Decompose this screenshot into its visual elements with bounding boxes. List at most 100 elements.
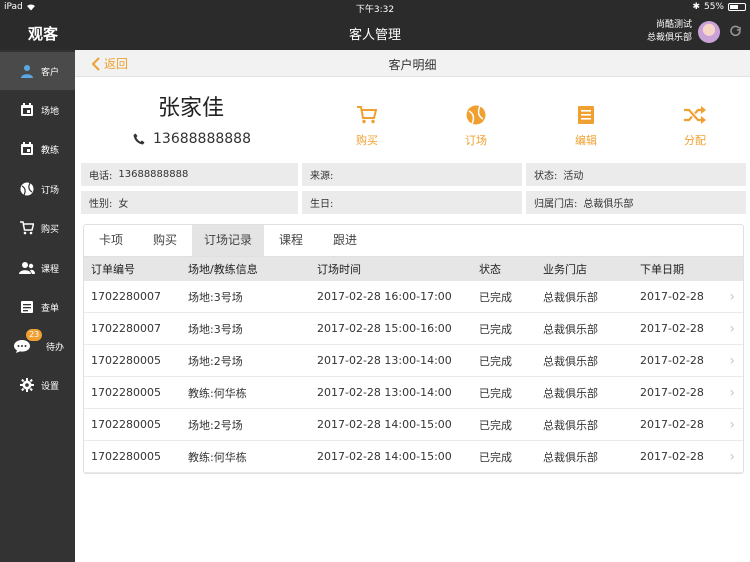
order-date: 2017-02-28 <box>640 450 704 463</box>
booking-time: 2017-02-28 14:00-15:00 <box>317 418 452 431</box>
order-date: 2017-02-28 <box>640 290 704 303</box>
info-store-value: 总裁俱乐部 <box>583 199 634 210</box>
sidebar-item-label: 教练 <box>41 145 60 156</box>
info-phone: 电话: 13688888888 <box>81 163 298 186</box>
user-info[interactable]: 尚酷测试 总裁俱乐部 <box>647 19 692 45</box>
venue-coach: 场地:2号场 <box>188 354 243 368</box>
tab-bar: 卡项 购买 订场记录 课程 跟进 <box>84 225 743 257</box>
info-source: 来源: <box>302 163 522 186</box>
todo-badge: 23 <box>26 329 43 341</box>
status-time: 下午3:32 <box>355 5 395 15</box>
assign-button[interactable]: 分配 <box>670 104 720 148</box>
order-no: 1702280007 <box>91 322 161 335</box>
table-row[interactable]: 1702280005 场地:2号场 2017-02-28 14:00-15:00… <box>84 409 743 441</box>
status: 已完成 <box>479 450 512 464</box>
header-store: 业务门店 <box>543 263 587 276</box>
status: 已完成 <box>479 322 512 336</box>
order-no: 1702280007 <box>91 290 161 303</box>
info-phone-value: 13688888888 <box>118 169 189 180</box>
customer-name: 张家佳 <box>158 96 225 121</box>
user-org: 总裁俱乐部 <box>646 33 692 43</box>
sidebar-item-label: 设置 <box>41 381 60 392</box>
sidebar-item-orders[interactable]: 查单 <box>0 288 75 326</box>
page-title: 客人管理 <box>348 28 401 43</box>
tab-courses[interactable]: 课程 <box>264 225 318 256</box>
table-row[interactable]: 1702280005 教练:何华栋 2017-02-28 13:00-14:00… <box>84 377 743 409</box>
tab-followup[interactable]: 跟进 <box>318 225 372 256</box>
chat-icon <box>14 338 30 354</box>
sidebar-item-label: 订场 <box>41 185 60 196</box>
purchase-label: 购买 <box>356 134 378 147</box>
sidebar-item-booking[interactable]: 订场 <box>0 170 75 208</box>
group-icon <box>19 260 35 276</box>
sidebar-item-course[interactable]: 课程 <box>0 249 75 287</box>
ball-icon <box>451 104 501 126</box>
order-no: 1702280005 <box>91 386 161 399</box>
venue-coach: 教练:何华栋 <box>188 450 247 464</box>
booking-button[interactable]: 订场 <box>451 104 501 148</box>
chevron-right-icon: › <box>729 417 735 433</box>
sidebar-item-label: 客户 <box>41 67 60 78</box>
sidebar-item-label: 课程 <box>41 264 60 275</box>
store: 总裁俱乐部 <box>543 290 598 304</box>
calendar-icon <box>19 141 35 157</box>
ball-icon <box>19 181 35 197</box>
header-status: 状态 <box>479 263 501 276</box>
tab-booking-records[interactable]: 订场记录 <box>192 225 264 256</box>
status: 已完成 <box>479 354 512 368</box>
table-row[interactable]: 1702280005 教练:何华栋 2017-02-28 14:00-15:00… <box>84 441 743 473</box>
battery-icon <box>728 3 746 11</box>
chevron-right-icon: › <box>729 289 735 305</box>
order-date: 2017-02-28 <box>640 354 704 367</box>
edit-button[interactable]: 编辑 <box>561 104 611 148</box>
table-row[interactable]: 1702280007 场地:3号场 2017-02-28 15:00-16:00… <box>84 313 743 345</box>
sidebar-item-label: 查单 <box>41 303 60 314</box>
sidebar-item-todo[interactable]: 23 待办 <box>0 327 75 365</box>
sidebar-item-label: 待办 <box>46 342 65 353</box>
avatar[interactable] <box>698 21 720 43</box>
info-phone-label: 电话: <box>89 171 113 182</box>
store: 总裁俱乐部 <box>543 450 598 464</box>
assign-label: 分配 <box>684 134 706 147</box>
table-row[interactable]: 1702280005 场地:2号场 2017-02-28 13:00-14:00… <box>84 345 743 377</box>
logout-icon[interactable] <box>730 25 742 40</box>
booking-time: 2017-02-28 13:00-14:00 <box>317 354 452 367</box>
tab-cards[interactable]: 卡项 <box>84 225 138 256</box>
header-order-no: 订单编号 <box>91 263 135 276</box>
sidebar-item-customer[interactable]: 客户 <box>0 52 75 90</box>
sidebar-item-purchase[interactable]: 购买 <box>0 209 75 247</box>
sidebar-item-venue[interactable]: 场地 <box>0 91 75 129</box>
table-header: 订单编号 场地/教练信息 订场时间 状态 业务门店 下单日期 <box>84 257 743 281</box>
info-gender-label: 性别: <box>89 199 113 210</box>
sidebar-item-settings[interactable]: 设置 <box>0 366 75 404</box>
info-store-label: 归属门店: <box>534 199 578 210</box>
info-status-value: 活动 <box>563 171 584 182</box>
info-birthday: 生日: <box>302 191 522 214</box>
cart-icon <box>342 104 392 126</box>
sidebar-item-coach[interactable]: 教练 <box>0 130 75 168</box>
cart-icon <box>19 220 35 236</box>
order-date: 2017-02-28 <box>640 418 704 431</box>
tab-purchase[interactable]: 购买 <box>138 225 192 256</box>
customer-phone[interactable]: 13688888888 <box>133 131 251 147</box>
sub-title: 客户明细 <box>388 58 437 72</box>
person-icon <box>19 63 35 79</box>
booking-time: 2017-02-28 14:00-15:00 <box>317 450 452 463</box>
store: 总裁俱乐部 <box>543 354 598 368</box>
bluetooth-icon: ✱ <box>692 2 700 12</box>
chevron-right-icon: › <box>729 353 735 369</box>
store: 总裁俱乐部 <box>543 418 598 432</box>
shuffle-icon <box>670 104 720 126</box>
sidebar-item-label: 场地 <box>41 106 60 117</box>
sub-header: 返回 客户明细 <box>75 50 750 77</box>
order-no: 1702280005 <box>91 354 161 367</box>
order-date: 2017-02-28 <box>640 322 704 335</box>
store: 总裁俱乐部 <box>543 386 598 400</box>
records-panel: 卡项 购买 订场记录 课程 跟进 订单编号 场地/教练信息 订场时间 状态 业务… <box>83 224 744 474</box>
table-row[interactable]: 1702280007 场地:3号场 2017-02-28 16:00-17:00… <box>84 281 743 313</box>
header-booking-time: 订场时间 <box>317 263 361 276</box>
purchase-button[interactable]: 购买 <box>342 104 392 148</box>
phone-icon <box>133 133 145 145</box>
booking-time: 2017-02-28 16:00-17:00 <box>317 290 452 303</box>
store: 总裁俱乐部 <box>543 322 598 336</box>
